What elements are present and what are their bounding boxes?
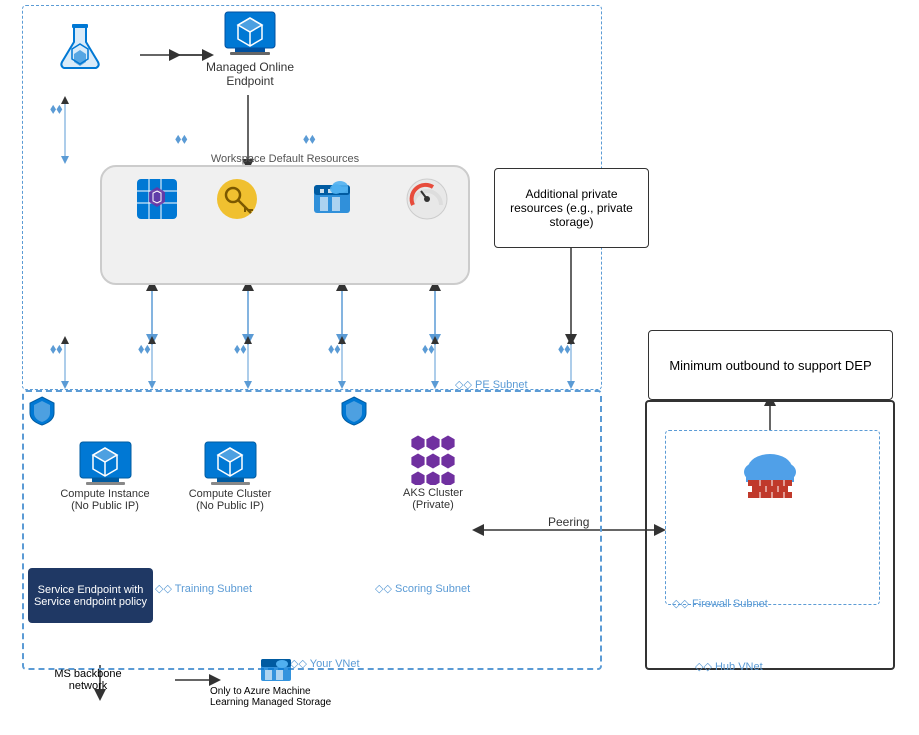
ms-backbone-label: MS backbone network xyxy=(38,668,138,692)
diamond-arrow-6: ⬧⬧ xyxy=(558,340,571,357)
diamond-arrow-top-3: ⬧⬧ xyxy=(303,130,316,147)
training-subnet-label: ◇◇ Training Subnet xyxy=(155,582,252,595)
diamond-arrow-top-2: ⬧⬧ xyxy=(175,130,188,147)
pe-subnet-label: ◇◇ PE Subnet xyxy=(455,378,528,391)
service-endpoint-box: Service Endpoint with Service endpoint p… xyxy=(28,568,153,623)
compute-cluster-icon: Compute Cluster(No Public IP) xyxy=(175,440,285,512)
workspace-default-resources-label: Workspace Default Resources xyxy=(211,153,359,165)
hub-vnet-label: ◇◇ Hub VNet xyxy=(695,660,763,673)
ms-backbone-network-icon: MS backbone network xyxy=(38,668,138,692)
managed-storage-label: Only to Azure Machine Learning Managed S… xyxy=(210,686,345,708)
managed-storage-icon: Only to Azure Machine Learning Managed S… xyxy=(210,658,345,708)
min-outbound-box: Minimum outbound to support DEP xyxy=(648,330,893,400)
diamond-arrow-5: ⬧⬧ xyxy=(422,340,435,357)
key-vault-icon xyxy=(207,177,267,221)
managed-online-endpoint-label: Managed Online Endpoint xyxy=(195,60,305,88)
min-outbound-label: Minimum outbound to support DEP xyxy=(669,358,871,373)
scoring-subnet-label: ◇◇ Scoring Subnet xyxy=(375,582,470,595)
additional-private-resources-box: Additional private resources (e.g., priv… xyxy=(494,168,649,248)
workspace-default-resources-box: Workspace Default Resources xyxy=(100,165,470,285)
diamond-arrow-4: ⬧⬧ xyxy=(328,340,341,357)
aks-cluster-label: AKS Cluster(Private) xyxy=(403,487,463,511)
monitor-icon xyxy=(397,177,457,221)
compute-instance-icon: Compute Instance(No Public IP) xyxy=(50,440,160,512)
compute-instance-label: Compute Instance(No Public IP) xyxy=(60,488,149,512)
aks-cluster-icon: AKS Cluster(Private) xyxy=(378,430,488,511)
managed-online-endpoint-icon: Managed Online Endpoint xyxy=(195,10,305,88)
service-endpoint-label: Service Endpoint with Service endpoint p… xyxy=(32,584,149,608)
diamond-arrow-3: ⬧⬧ xyxy=(234,340,247,357)
table-storage-icon xyxy=(122,177,192,221)
diamond-arrow-1: ⬧⬧ xyxy=(50,340,63,357)
azure-ml-logo-icon xyxy=(42,22,117,74)
your-vnet-box xyxy=(22,390,602,670)
compute-cluster-label: Compute Cluster(No Public IP) xyxy=(189,488,272,512)
peering-label: Peering xyxy=(548,515,589,529)
shield-right-icon xyxy=(340,395,368,427)
storage-icon xyxy=(302,177,362,221)
additional-private-resources-label: Additional private resources (e.g., priv… xyxy=(501,187,642,229)
diamond-arrow-2: ⬧⬧ xyxy=(138,340,151,357)
firewall-icon xyxy=(730,448,810,503)
main-diagram: Managed Online Endpoint Workspace Defaul… xyxy=(0,0,919,735)
firewall-subnet-label: ◇◇ Firewall Subnet xyxy=(672,597,768,610)
diamond-arrow-top-1: ⬧⬧ xyxy=(50,100,63,117)
shield-left-icon xyxy=(28,395,56,427)
